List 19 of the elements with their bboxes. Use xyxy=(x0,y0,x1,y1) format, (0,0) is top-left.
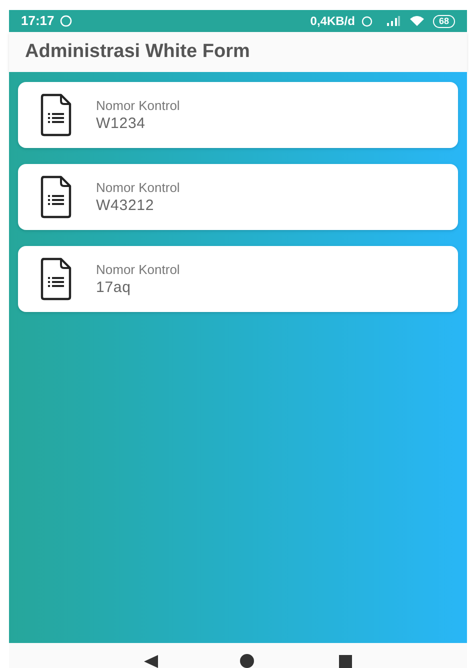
form-card[interactable]: Nomor Kontrol W1234 xyxy=(18,82,458,148)
back-icon[interactable] xyxy=(144,655,158,668)
document-icon xyxy=(40,175,72,219)
control-number: 17aq xyxy=(96,278,132,298)
document-icon xyxy=(40,93,72,137)
document-icon xyxy=(40,257,72,301)
home-icon[interactable] xyxy=(239,653,255,668)
form-card[interactable]: Nomor Kontrol 17aq xyxy=(18,246,458,312)
control-number: W1234 xyxy=(96,114,146,134)
control-number: W43212 xyxy=(96,196,156,216)
wifi-icon xyxy=(408,15,425,27)
battery-indicator: 68 xyxy=(432,14,455,28)
field-label: Nomor Kontrol xyxy=(96,178,180,196)
clock: 17:17 xyxy=(21,12,54,30)
network-speed: 0,4KB/d xyxy=(310,13,355,30)
app-title: Administrasi White Form xyxy=(25,40,250,64)
form-card[interactable]: Nomor Kontrol W43212 xyxy=(18,164,458,230)
field-label: Nomor Kontrol xyxy=(96,96,180,114)
field-label: Nomor Kontrol xyxy=(96,260,180,278)
